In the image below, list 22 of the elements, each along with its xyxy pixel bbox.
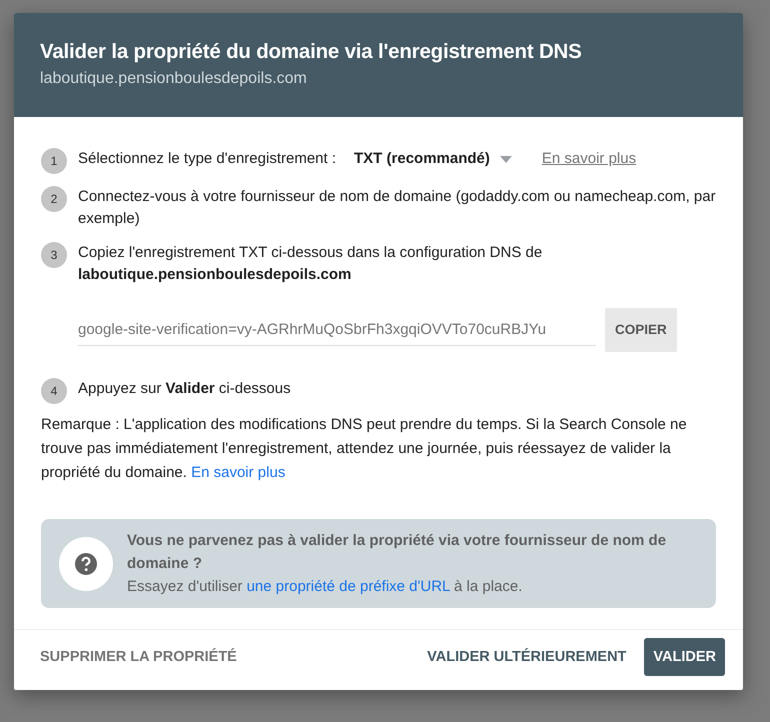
step-text: Copiez l'enregistrement TXT ci-dessous dans la configuration DNS de laboutique.pensionboulesdepoils.com [78,244,542,283]
validate-later-button[interactable]: VALIDER ULTÉRIEUREMENT [427,639,626,675]
step-text: Connectez-vous à votre fournisseur de nom de domaine (godaddy.com ou namecheap.com, par exemple) [78,188,716,227]
step-number: 2 [41,186,67,212]
help-text: Essayez d'utiliser une propriété de préfixe d'URL à la place. [127,577,524,597]
step-number: 3 [41,242,67,268]
domain-name: laboutique.pensionboulesdepoils.com [40,70,308,88]
note-paragraph: Remarque : L'application des modifications DNS peut prendre du temps. Si la Search Console ne trouve pas immédiatement l'enregistrement, attendez une journée, puis réessayez de valider la propriété du domaine. En savoir plus [41,415,688,483]
step-text: Appuyez sur Valider ci-dessous [78,380,291,397]
step-text: Sélectionnez le type d'enregistrement : [78,149,336,169]
dialog-title: Valider la propriété du domaine via l'enregistrement DNS [40,40,583,64]
learn-more-link[interactable]: En savoir plus [542,148,636,170]
learn-more-link[interactable]: En savoir plus [191,464,286,481]
copy-button[interactable]: COPIER [605,308,677,352]
delete-property-button[interactable]: SUPPRIMER LA PROPRIÉTÉ [40,639,237,675]
step-number: 1 [41,148,67,174]
step-number: 4 [41,378,67,404]
url-prefix-link[interactable]: une propriété de préfixe d'URL [246,578,450,595]
record-type-dropdown[interactable]: TXT (recommandé) [336,148,512,170]
help-title: Vous ne parvenez pas à valider la propriété via votre fournisseur de nom de domaine ? [127,531,668,574]
validate-button[interactable]: VALIDER [644,638,725,676]
caret-icon [500,156,512,162]
